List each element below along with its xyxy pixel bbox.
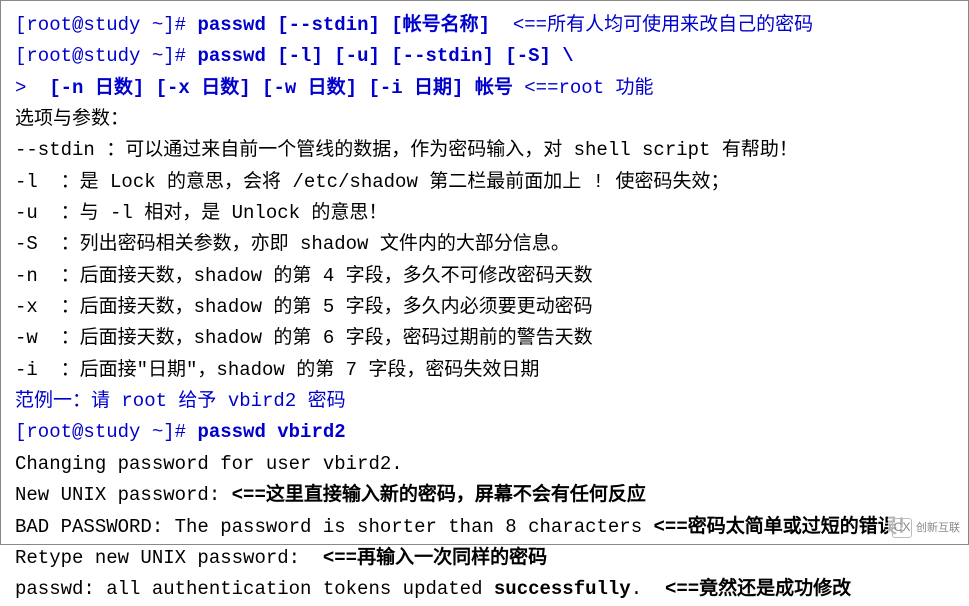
text-segment: <==再输入一次同样的密码 — [323, 547, 547, 569]
watermark-text: 创新互联 — [916, 519, 960, 537]
text-segment: -w ：后面接天数，shadow 的第 6 字段，密码过期前的警告天数 — [15, 327, 593, 349]
line-14: [root@study ~]# passwd vbird2 — [15, 417, 954, 448]
terminal-content: [root@study ~]# passwd [--stdin] [帐号名称] … — [15, 10, 954, 606]
watermark-icon: CX — [892, 518, 912, 538]
text-segment: -x ：后面接天数，shadow 的第 5 字段，多久内必须要更动密码 — [15, 296, 593, 318]
text-segment: -i ：后面接"日期"，shadow 的第 7 字段，密码失效日期 — [15, 359, 539, 381]
line-15: Changing password for user vbird2. — [15, 449, 954, 480]
line-18: Retype new UNIX password: <==再输入一次同样的密码 — [15, 543, 954, 574]
text-segment: passwd vbird2 — [197, 421, 345, 443]
line-1: [root@study ~]# passwd [-l] [-u] [--stdi… — [15, 41, 954, 72]
text-segment: successfully — [494, 578, 631, 600]
text-segment: passwd [-l] [-u] [--stdin] [-S] \ — [197, 45, 573, 67]
line-8: -n ：后面接天数，shadow 的第 4 字段，多久不可修改密码天数 — [15, 261, 954, 292]
text-segment: <==这里直接输入新的密码，屏幕不会有任何反应 — [232, 484, 646, 506]
text-segment: > — [15, 77, 49, 99]
text-segment: -n ：后面接天数，shadow 的第 4 字段，多久不可修改密码天数 — [15, 265, 593, 287]
line-4: --stdin ：可以通过来自前一个管线的数据，作为密码输入，对 shell s… — [15, 135, 954, 166]
text-segment: Changing password for user vbird2. — [15, 453, 403, 475]
line-7: -S ：列出密码相关参数，亦即 shadow 文件内的大部分信息。 — [15, 229, 954, 260]
line-19: passwd: all authentication tokens update… — [15, 574, 954, 605]
watermark: CX 创新互联 — [888, 516, 964, 540]
line-11: -i ：后面接"日期"，shadow 的第 7 字段，密码失效日期 — [15, 355, 954, 386]
text-segment: -S ：列出密码相关参数，亦即 shadow 文件内的大部分信息。 — [15, 233, 570, 255]
line-13: 范例一：请 root 给予 vbird2 密码 — [15, 386, 954, 417]
text-segment: passwd: all authentication tokens update… — [15, 578, 494, 600]
line-10: -w ：后面接天数，shadow 的第 6 字段，密码过期前的警告天数 — [15, 323, 954, 354]
text-segment: 选项与参数： — [15, 108, 129, 130]
line-17: BAD PASSWORD: The password is shorter th… — [15, 512, 954, 543]
line-9: -x ：后面接天数，shadow 的第 5 字段，多久内必须要更动密码 — [15, 292, 954, 323]
text-segment: -u ：与 -l 相对，是 Unlock 的意思！ — [15, 202, 387, 224]
line-2: > [-n 日数] [-x 日数] [-w 日数] [-i 日期] 帐号 <==… — [15, 73, 954, 104]
line-0: [root@study ~]# passwd [--stdin] [帐号名称] … — [15, 10, 954, 41]
text-segment: BAD PASSWORD: The password is shorter th… — [15, 516, 654, 538]
text-segment: Retype new UNIX password: — [15, 547, 323, 569]
text-segment: -l ：是 Lock 的意思，会将 /etc/shadow 第二栏最前面加上 !… — [15, 171, 729, 193]
line-3: 选项与参数： — [15, 104, 954, 135]
text-segment: passwd [--stdin] [帐号名称] — [197, 14, 490, 36]
text-segment: New UNIX password: — [15, 484, 232, 506]
text-segment: . — [631, 578, 665, 600]
line-5: -l ：是 Lock 的意思，会将 /etc/shadow 第二栏最前面加上 !… — [15, 167, 954, 198]
text-segment: <==root 功能 — [513, 77, 654, 99]
text-segment: --stdin ：可以通过来自前一个管线的数据，作为密码输入，对 shell s… — [15, 139, 798, 161]
text-segment: <==竟然还是成功修改 — [665, 578, 851, 600]
text-segment: <==所有人均可使用来改自己的密码 — [490, 14, 813, 36]
line-6: -u ：与 -l 相对，是 Unlock 的意思！ — [15, 198, 954, 229]
text-segment: [-n 日数] [-x 日数] [-w 日数] [-i 日期] 帐号 — [49, 77, 513, 99]
line-16: New UNIX password: <==这里直接输入新的密码，屏幕不会有任何… — [15, 480, 954, 511]
text-segment: 范例一：请 root 给予 vbird2 密码 — [15, 390, 346, 412]
text-segment: [root@study ~]# — [15, 14, 197, 36]
text-segment: [root@study ~]# — [15, 421, 197, 443]
text-segment: <==密码太简单或过短的错误！ — [654, 516, 916, 538]
text-segment: [root@study ~]# — [15, 45, 197, 67]
